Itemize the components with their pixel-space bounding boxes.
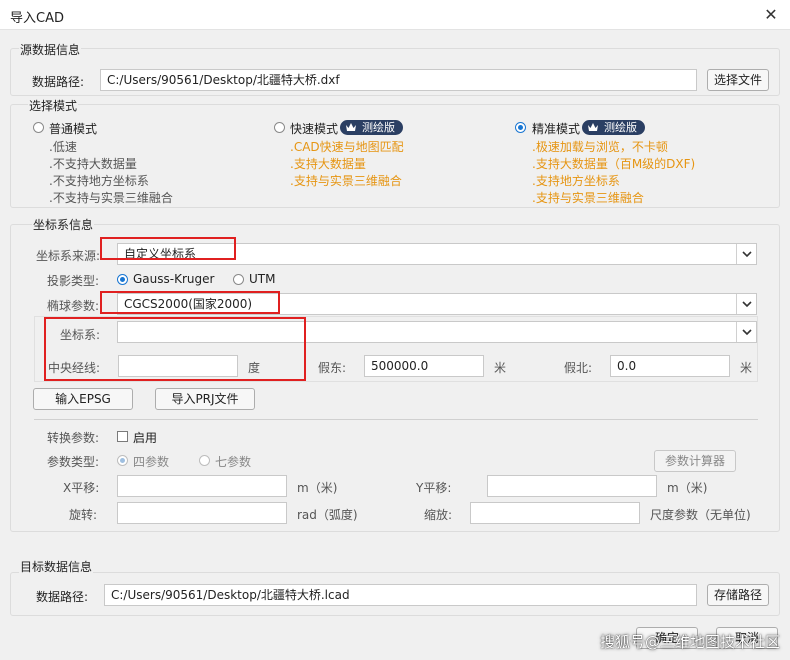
projection-label: 投影类型: (47, 274, 100, 288)
false-north-label: 假北: (564, 361, 593, 375)
chevron-down-icon[interactable] (736, 322, 756, 342)
rotate-label: 旋转: (69, 508, 98, 522)
param-calculator-button[interactable]: 参数计算器 (654, 450, 736, 472)
x-shift-input[interactable] (117, 475, 287, 497)
y-shift-input[interactable] (487, 475, 657, 497)
enable-checkbox[interactable] (117, 431, 128, 442)
mode-fast-feature: .支持与实景三维融合 (290, 174, 402, 188)
false-east-input[interactable]: 500000.0 (364, 355, 484, 377)
projection-utm-radio[interactable] (233, 274, 244, 285)
false-east-unit: 米 (494, 361, 507, 375)
false-north-input[interactable]: 0.0 (610, 355, 730, 377)
projection-gauss-radio[interactable] (117, 274, 128, 285)
source-path-input[interactable]: C:/Users/90561/Desktop/北疆特大桥.dxf (100, 69, 697, 91)
false-north-unit: 米 (740, 361, 753, 375)
mode-precise-feature: .极速加载与浏览，不卡顿 (532, 140, 668, 154)
import-prj-button[interactable]: 导入PRJ文件 (155, 388, 255, 410)
mode-normal-label[interactable]: 普通模式 (49, 120, 97, 137)
highlight-box (100, 237, 236, 260)
mode-normal-feature: .不支持地方坐标系 (49, 174, 149, 188)
mode-fast-feature: .支持大数据量 (290, 157, 366, 171)
y-shift-unit: m（米) (667, 481, 708, 495)
four-param-radio[interactable] (117, 455, 128, 466)
scale-label: 缩放: (424, 508, 453, 522)
x-shift-label: X平移: (63, 481, 100, 495)
save-path-button[interactable]: 存储路径 (707, 584, 769, 606)
mode-normal-feature: .不支持大数据量 (49, 157, 137, 171)
mode-normal-feature: .不支持与实景三维融合 (49, 191, 173, 205)
transform-label: 转换参数: (47, 431, 100, 445)
rotate-input[interactable] (117, 502, 287, 524)
highlight-box (44, 317, 306, 381)
divider (34, 419, 758, 420)
mode-precise-badge-text: 测绘版 (604, 121, 637, 134)
select-file-button[interactable]: 选择文件 (707, 69, 769, 91)
mode-fast-radio[interactable] (274, 122, 285, 133)
window-title: 导入CAD (10, 11, 64, 26)
mode-fast-badge-text: 测绘版 (362, 121, 395, 134)
source-path-label: 数据路径: (32, 75, 85, 89)
crs-source-label: 坐标系来源: (36, 249, 101, 263)
mode-group-title: 选择模式 (28, 97, 79, 114)
enable-label[interactable]: 启用 (133, 429, 157, 446)
mode-precise-feature: .支持地方坐标系 (532, 174, 620, 188)
mode-precise-feature: .支持大数据量（百M级的DXF) (532, 157, 696, 171)
mode-fast-badge: 测绘版 (340, 120, 403, 135)
four-param-label[interactable]: 四参数 (133, 453, 169, 470)
mode-fast-label[interactable]: 快速模式 (290, 120, 338, 137)
chevron-down-icon[interactable] (736, 294, 756, 314)
input-epsg-button[interactable]: 输入EPSG (33, 388, 133, 410)
ellipsoid-label: 椭球参数: (47, 299, 100, 313)
chevron-down-icon[interactable] (736, 244, 756, 264)
crown-icon (588, 123, 598, 131)
title-bar: 导入CAD ✕ (0, 0, 790, 30)
scale-input[interactable] (470, 502, 640, 524)
highlight-box (100, 291, 280, 314)
mode-precise-label[interactable]: 精准模式 (532, 120, 580, 137)
mode-normal-feature: .低速 (49, 140, 77, 154)
crown-icon (346, 123, 356, 131)
mode-precise-radio[interactable] (515, 122, 526, 133)
seven-param-radio[interactable] (199, 455, 210, 466)
mode-precise-feature: .支持与实景三维融合 (532, 191, 644, 205)
y-shift-label: Y平移: (416, 481, 452, 495)
projection-utm-label[interactable]: UTM (249, 272, 275, 286)
crs-group-title: 坐标系信息 (32, 216, 95, 233)
source-group-title: 源数据信息 (19, 41, 82, 58)
mode-fast-feature: .CAD快速与地图匹配 (290, 140, 404, 154)
x-shift-unit: m（米) (297, 481, 338, 495)
close-icon[interactable]: ✕ (760, 4, 782, 26)
mode-normal-radio[interactable] (33, 122, 44, 133)
false-east-label: 假东: (318, 361, 347, 375)
rotate-unit: rad（弧度) (297, 508, 358, 522)
target-group-title: 目标数据信息 (19, 558, 94, 575)
projection-gauss-label[interactable]: Gauss-Kruger (133, 272, 214, 286)
mode-precise-badge: 测绘版 (582, 120, 645, 135)
watermark: 搜狐号@三维地图技术社区 (599, 633, 780, 651)
scale-unit: 尺度参数（无单位) (650, 508, 751, 522)
seven-param-label[interactable]: 七参数 (215, 453, 251, 470)
target-path-input[interactable]: C:/Users/90561/Desktop/北疆特大桥.lcad (104, 584, 697, 606)
param-type-label: 参数类型: (47, 455, 100, 469)
target-path-label: 数据路径: (36, 590, 89, 604)
